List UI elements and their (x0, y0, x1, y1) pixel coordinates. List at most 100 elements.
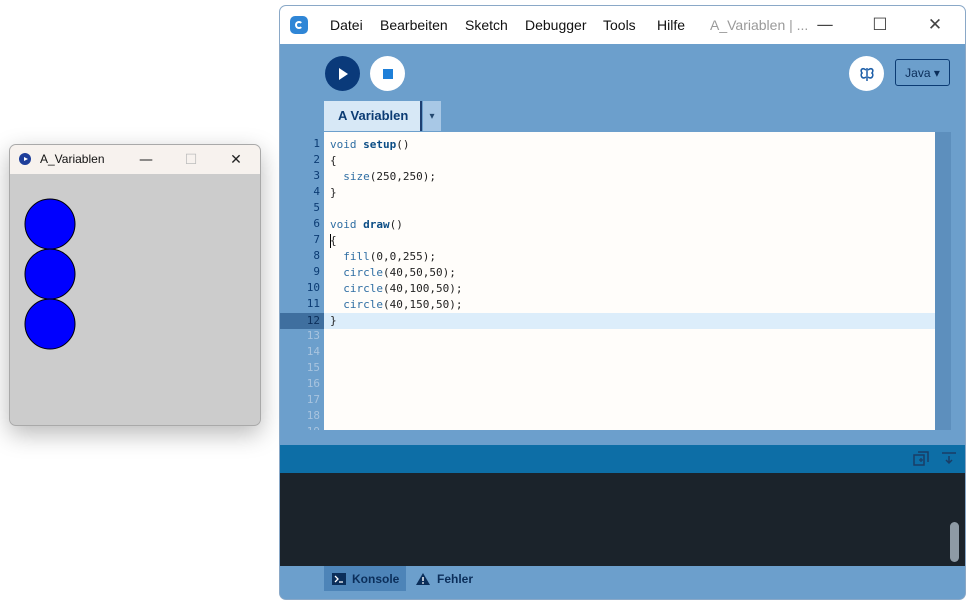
code-line: } (330, 313, 337, 329)
line-number: 1 (313, 137, 320, 150)
code-token: size (343, 170, 370, 183)
butterfly-debug-icon (859, 67, 874, 81)
close-button[interactable]: ✕ (910, 6, 960, 44)
terminal-icon (332, 572, 346, 585)
code-line: size(250,250); (330, 169, 436, 185)
menu-bearbeiten[interactable]: Bearbeiten (380, 17, 448, 33)
tab-konsole[interactable]: Konsole (324, 566, 406, 591)
tab-a-variablen[interactable]: A Variablen (324, 101, 422, 131)
blue-circle (24, 298, 76, 350)
menu-tools[interactable]: Tools (603, 17, 636, 33)
line-number: 15 (306, 361, 320, 374)
code-line: } (330, 185, 337, 201)
menu-debugger[interactable]: Debugger (525, 17, 587, 33)
code-line: void draw() (330, 217, 403, 233)
tab-separator (420, 101, 422, 131)
code-token: void (330, 218, 364, 231)
editor-scrollbar[interactable] (935, 132, 951, 430)
line-number: 5 (313, 201, 320, 214)
console-scrollbar[interactable] (950, 522, 959, 562)
line-number: 19 (280, 425, 320, 430)
line-number: 13 (306, 329, 320, 342)
stop-icon (382, 68, 393, 79)
stop-button[interactable] (370, 56, 405, 91)
line-number: 4 (313, 185, 320, 198)
code-token: } (330, 186, 337, 199)
code-token: (40,150,50); (383, 298, 463, 311)
blue-circle (24, 198, 76, 250)
processing-logo-icon (19, 153, 31, 165)
code-token: draw (363, 218, 390, 231)
code-token: } (330, 314, 337, 327)
current-line-highlight (324, 313, 935, 329)
sketch-output-window: A_Variablen — ☐ ✕ (9, 144, 261, 426)
menu-hilfe[interactable]: Hilfe (657, 17, 685, 33)
maximize-button[interactable]: ☐ (855, 6, 905, 44)
line-number: 11 (306, 297, 320, 310)
code-token: (0,0,255); (369, 250, 436, 263)
code-token: (250,250); (369, 170, 436, 183)
sketch-titlebar[interactable]: A_Variablen — ☐ ✕ (10, 145, 260, 174)
sketch-canvas (10, 174, 260, 424)
mode-selector[interactable]: Java ▾ (895, 59, 950, 86)
sketch-window-title: A_Variablen (40, 152, 105, 166)
line-number: 8 (313, 249, 320, 262)
code-line: { (330, 153, 337, 169)
tab-menu-button[interactable]: ▾ (423, 101, 441, 131)
play-icon (338, 67, 348, 80)
line-number: 3 (313, 169, 320, 182)
copy-console-icon[interactable] (913, 451, 929, 467)
tab-label: A Variablen (338, 108, 409, 123)
code-token: (40,50,50); (383, 266, 456, 279)
line-number: 10 (306, 281, 320, 294)
run-button[interactable] (325, 56, 360, 91)
console-output[interactable] (280, 473, 965, 566)
console-header (280, 445, 965, 473)
warning-icon (416, 572, 430, 585)
code-line: circle(40,100,50); (330, 281, 462, 297)
bottom-tab-bar: Konsole Fehler (280, 566, 965, 599)
code-line: circle(40,150,50); (330, 297, 462, 313)
code-editor[interactable]: void setup(){ size(250,250);} void draw()… (324, 132, 935, 430)
processing-ide-window: Datei Bearbeiten Sketch Debugger Tools H… (279, 5, 966, 600)
toolbar: Java ▾ (280, 44, 965, 102)
line-number: 14 (306, 345, 320, 358)
maximize-button: ☐ (184, 151, 198, 168)
code-token: circle (343, 282, 383, 295)
line-number: 17 (306, 393, 320, 406)
line-number: 12 (280, 313, 324, 329)
code-token: circle (343, 298, 383, 311)
menu-bar: Datei Bearbeiten Sketch Debugger Tools H… (280, 6, 965, 44)
code-token: () (389, 218, 403, 231)
menu-sketch[interactable]: Sketch (465, 17, 508, 33)
text-cursor (330, 234, 331, 248)
collapse-console-icon[interactable] (941, 451, 957, 467)
close-button[interactable]: ✕ (214, 145, 258, 174)
menu-datei[interactable]: Datei (330, 17, 363, 33)
code-token: void (330, 138, 364, 151)
code-token: (40,100,50); (383, 282, 463, 295)
code-line: fill(0,0,255); (330, 249, 436, 265)
line-number: 16 (306, 377, 320, 390)
window-title: A_Variablen | ... (710, 17, 809, 33)
line-number: 7 (313, 233, 320, 246)
minimize-button[interactable]: — (800, 6, 850, 44)
code-token: { (330, 154, 337, 167)
tab-konsole-label: Konsole (352, 571, 400, 586)
line-number: 9 (313, 265, 320, 278)
code-token: fill (343, 250, 370, 263)
tab-fehler[interactable]: Fehler (416, 566, 486, 591)
code-token: setup (363, 138, 397, 151)
minimize-button[interactable]: — (124, 145, 168, 174)
processing-app-icon (290, 16, 308, 34)
debug-button[interactable] (849, 56, 884, 91)
line-number: 18 (306, 409, 320, 422)
tab-fehler-label: Fehler (437, 571, 474, 586)
line-number: 2 (313, 153, 320, 166)
sketch-drawing (24, 198, 76, 350)
blue-circle (24, 248, 76, 300)
code-line: void setup() (330, 137, 410, 153)
